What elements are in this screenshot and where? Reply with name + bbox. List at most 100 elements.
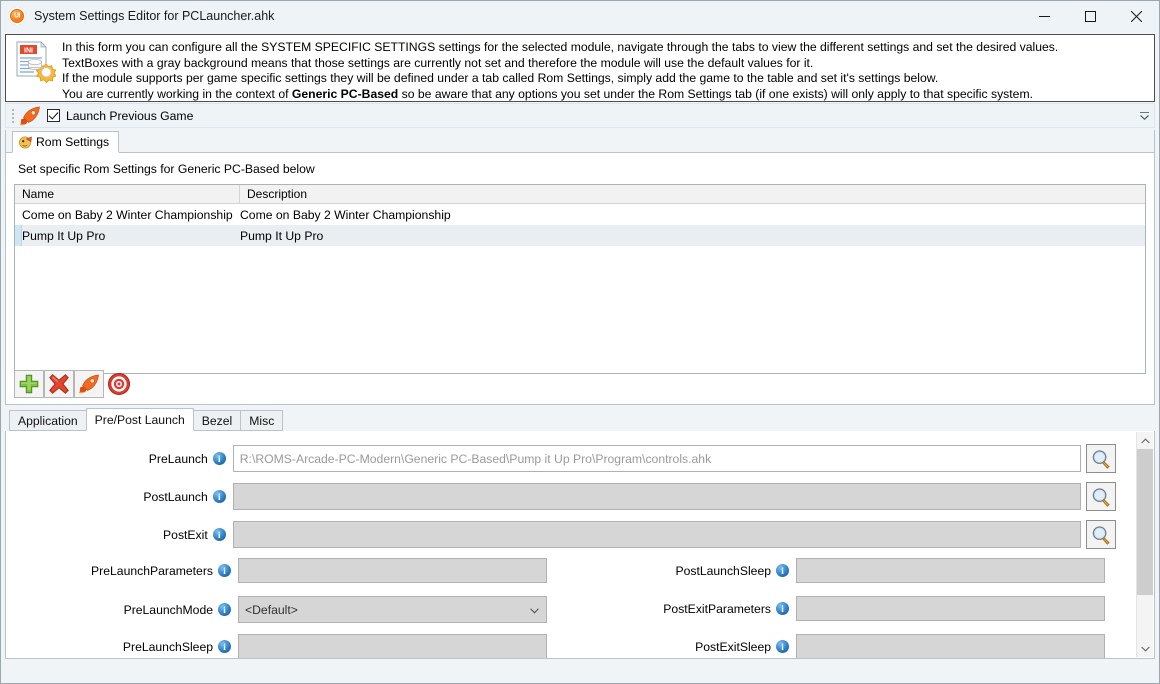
row-selector[interactable] bbox=[15, 204, 22, 225]
window-controls bbox=[1021, 1, 1159, 32]
prelaunch-input[interactable]: R:\ROMS-Arcade-PC-Modern\Generic PC-Base… bbox=[232, 445, 1081, 472]
prelaunchparameters-input[interactable] bbox=[238, 558, 547, 583]
row-selector[interactable] bbox=[15, 225, 22, 246]
label-prelaunchparameters: PreLaunchParameters bbox=[91, 563, 213, 578]
table-row[interactable]: Pump It Up Pro Pump It Up Pro bbox=[15, 225, 1145, 246]
magnifier-icon bbox=[1092, 449, 1110, 469]
info-icon[interactable] bbox=[776, 564, 789, 577]
label-prelaunch: PreLaunch bbox=[148, 451, 208, 466]
postlaunch-input[interactable] bbox=[232, 483, 1081, 510]
postlaunch-browse-button[interactable] bbox=[1086, 482, 1116, 511]
column-header-description[interactable]: Description bbox=[240, 185, 1145, 203]
info-icon[interactable] bbox=[212, 490, 226, 503]
tab-pre-post-launch[interactable]: Pre/Post Launch bbox=[85, 408, 194, 431]
pre-post-launch-form: PreLaunch R:\ROMS-Arcade-PC-Modern\Gener… bbox=[5, 431, 1155, 659]
red-x-icon bbox=[49, 374, 69, 394]
field-row-prelaunch: PreLaunch R:\ROMS-Arcade-PC-Modern\Gener… bbox=[6, 444, 1116, 473]
minimize-icon[interactable] bbox=[1021, 1, 1067, 32]
rom-grid-toolbar bbox=[14, 370, 134, 398]
info-line-4: You are currently working in the context… bbox=[62, 87, 1058, 103]
info-icon[interactable] bbox=[212, 452, 226, 465]
info-icon[interactable] bbox=[212, 528, 226, 541]
label-postexitsleep: PostExitSleep bbox=[695, 639, 771, 654]
postexit-browse-button[interactable] bbox=[1086, 520, 1116, 549]
close-icon[interactable] bbox=[1113, 1, 1159, 32]
postexit-input[interactable] bbox=[232, 521, 1081, 548]
label-postlaunch: PostLaunch bbox=[143, 489, 208, 504]
tab-application[interactable]: Application bbox=[9, 410, 87, 431]
maximize-icon[interactable] bbox=[1067, 1, 1113, 32]
cell-name: Pump It Up Pro bbox=[22, 228, 106, 243]
info-line-2: TextBoxes with a gray background means t… bbox=[62, 55, 814, 70]
scrollbar-thumb[interactable] bbox=[1137, 449, 1153, 595]
field-row-postlaunch: PostLaunch bbox=[6, 482, 1116, 511]
prelaunch-browse-button[interactable] bbox=[1086, 444, 1116, 473]
toolbar-grip[interactable] bbox=[9, 108, 17, 124]
target-icon bbox=[108, 373, 130, 395]
launch-previous-game-checkbox[interactable]: Launch Previous Game bbox=[47, 109, 193, 123]
info-line-3: If the module supports per game specific… bbox=[62, 71, 939, 86]
prelaunchmode-select[interactable]: <Default> bbox=[238, 596, 547, 623]
info-text: In this form you can configure all the S… bbox=[62, 38, 1058, 102]
field-row-prelaunchsleep: PreLaunchSleep bbox=[6, 634, 547, 658]
rom-grid-header: Name Description bbox=[15, 185, 1145, 204]
field-row-postlaunchsleep: PostLaunchSleep bbox=[566, 558, 1105, 583]
cell-name: Come on Baby 2 Winter Championship bbox=[22, 207, 233, 222]
target-button[interactable] bbox=[104, 370, 134, 398]
label-postexit: PostExit bbox=[163, 527, 208, 542]
tab-misc[interactable]: Misc bbox=[240, 410, 284, 431]
field-row-postexitparameters: PostExitParameters bbox=[566, 596, 1105, 621]
rocket-icon[interactable] bbox=[19, 106, 41, 126]
magnifier-icon bbox=[1092, 525, 1110, 545]
info-panel: INI In this form you can configure all t… bbox=[5, 34, 1155, 102]
chevron-down-icon[interactable] bbox=[530, 603, 539, 617]
rom-chip-icon bbox=[18, 135, 33, 150]
postexitparameters-input[interactable] bbox=[796, 596, 1105, 621]
column-header-name[interactable]: Name bbox=[15, 185, 240, 203]
tab-rom-settings[interactable]: Rom Settings bbox=[12, 131, 120, 153]
info-icon[interactable] bbox=[218, 603, 231, 616]
green-plus-icon bbox=[19, 374, 39, 394]
launch-previous-game-label: Launch Previous Game bbox=[66, 108, 194, 123]
rom-settings-panel: Rom Settings Set specific Rom Settings f… bbox=[5, 130, 1155, 405]
info-icon[interactable] bbox=[218, 640, 231, 653]
field-row-postexit: PostExit bbox=[6, 520, 1116, 549]
rom-settings-section-label: Set specific Rom Settings for Generic PC… bbox=[18, 162, 315, 176]
field-row-prelaunchmode: PreLaunchMode <Default> bbox=[6, 596, 547, 623]
label-prelaunchsleep: PreLaunchSleep bbox=[122, 639, 213, 654]
table-row[interactable]: Come on Baby 2 Winter Championship Come … bbox=[15, 204, 1145, 225]
postlaunchsleep-input[interactable] bbox=[796, 558, 1105, 583]
title-bar: System Settings Editor for PCLauncher.ah… bbox=[1, 1, 1159, 32]
info-icon[interactable] bbox=[218, 564, 231, 577]
app-window: System Settings Editor for PCLauncher.ah… bbox=[0, 0, 1160, 684]
field-row-prelaunchparameters: PreLaunchParameters bbox=[6, 558, 547, 583]
form-scrollbar[interactable] bbox=[1136, 432, 1153, 657]
scroll-down-icon[interactable] bbox=[1137, 640, 1153, 657]
label-prelaunchmode: PreLaunchMode bbox=[123, 602, 213, 617]
postexitsleep-input[interactable] bbox=[796, 634, 1105, 658]
ini-settings-icon: INI bbox=[14, 40, 57, 88]
launch-rom-button[interactable] bbox=[74, 370, 104, 398]
cell-description: Come on Baby 2 Winter Championship bbox=[240, 207, 451, 222]
toolbar-overflow-icon[interactable] bbox=[1138, 107, 1150, 125]
label-postexitparameters: PostExitParameters bbox=[663, 601, 771, 616]
settings-tabstrip: Application Pre/Post Launch Bezel Misc bbox=[5, 408, 1155, 432]
info-icon[interactable] bbox=[776, 602, 789, 615]
cell-description: Pump It Up Pro bbox=[240, 228, 324, 243]
rom-grid[interactable]: Name Description Come on Baby 2 Winter C… bbox=[14, 184, 1146, 374]
tab-bezel[interactable]: Bezel bbox=[192, 410, 242, 431]
label-postlaunchsleep: PostLaunchSleep bbox=[675, 563, 771, 578]
info-line-1: In this form you can configure all the S… bbox=[62, 40, 1059, 54]
info-line-4-prefix: You are currently working in the context… bbox=[62, 86, 292, 101]
prelaunchsleep-input[interactable] bbox=[238, 634, 547, 658]
magnifier-icon bbox=[1092, 487, 1110, 507]
info-icon[interactable] bbox=[776, 640, 789, 653]
app-logo-icon bbox=[8, 7, 26, 25]
delete-rom-button[interactable] bbox=[44, 370, 74, 398]
scroll-up-icon[interactable] bbox=[1137, 432, 1153, 449]
settings-panel: Application Pre/Post Launch Bezel Misc P… bbox=[5, 408, 1155, 659]
add-rom-button[interactable] bbox=[14, 370, 44, 398]
checkbox-box[interactable] bbox=[47, 109, 60, 122]
tab-rom-settings-label: Rom Settings bbox=[36, 135, 110, 149]
field-row-postexitsleep: PostExitSleep bbox=[566, 634, 1105, 658]
